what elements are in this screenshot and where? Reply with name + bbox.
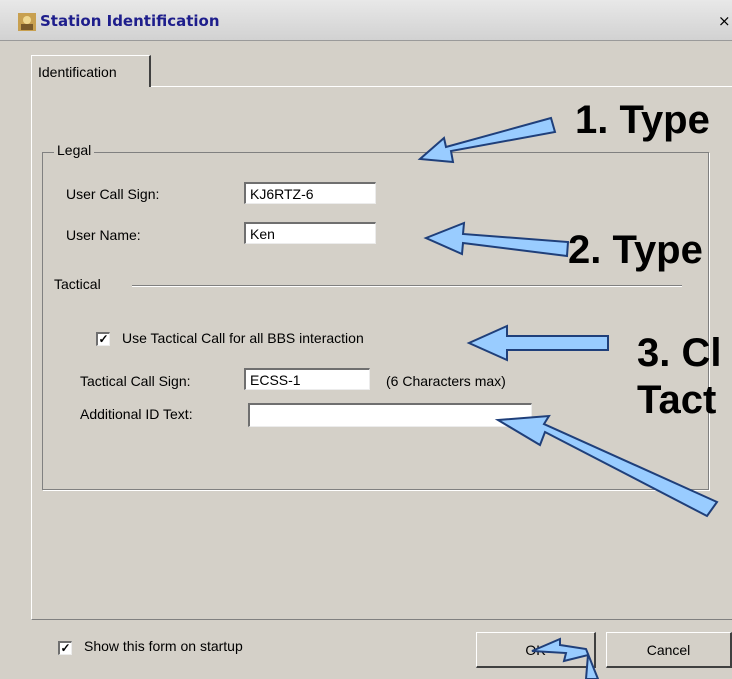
close-button[interactable]: × [718, 12, 731, 30]
additional-id-input[interactable] [248, 403, 532, 427]
use-tactical-checkbox[interactable]: ✓ [96, 332, 110, 346]
use-tactical-label: Use Tactical Call for all BBS interactio… [122, 330, 364, 346]
user-call-sign-input[interactable] [244, 182, 376, 204]
tab-label: Identification [38, 63, 117, 80]
cancel-button[interactable]: Cancel [606, 632, 732, 668]
ok-label: OK [525, 641, 546, 658]
show-on-startup-label: Show this form on startup [84, 638, 243, 654]
show-on-startup-checkbox[interactable]: ✓ [58, 641, 72, 655]
annotation-step1: 1. Type [575, 98, 710, 142]
annotation-step3-line2: Tact [637, 378, 717, 422]
annotation-step3-line1: 3. Cl [637, 331, 722, 375]
app-icon [18, 13, 36, 31]
tactical-call-sign-hint: (6 Characters max) [386, 373, 506, 389]
station-identification-dialog: Station Identification × Identification … [0, 0, 732, 679]
tactical-divider [132, 285, 682, 287]
tactical-call-sign-label: Tactical Call Sign: [80, 373, 191, 389]
title-bar[interactable]: Station Identification × [0, 0, 732, 41]
additional-id-label: Additional ID Text: [80, 406, 193, 422]
legal-group-label: Legal [54, 142, 95, 158]
tactical-call-sign-input[interactable] [244, 368, 370, 390]
tab-identification[interactable]: Identification [31, 55, 151, 87]
tactical-group-label: Tactical [54, 276, 101, 292]
window-title: Station Identification [40, 12, 220, 30]
checkmark-icon: ✓ [60, 641, 71, 655]
user-call-sign-label: User Call Sign: [66, 186, 160, 202]
ok-button[interactable]: OK [476, 632, 596, 668]
user-name-label: User Name: [66, 227, 141, 243]
cancel-label: Cancel [646, 641, 691, 658]
user-name-input[interactable] [244, 222, 376, 244]
checkmark-icon: ✓ [98, 332, 109, 346]
annotation-step2: 2. Type [568, 228, 703, 272]
